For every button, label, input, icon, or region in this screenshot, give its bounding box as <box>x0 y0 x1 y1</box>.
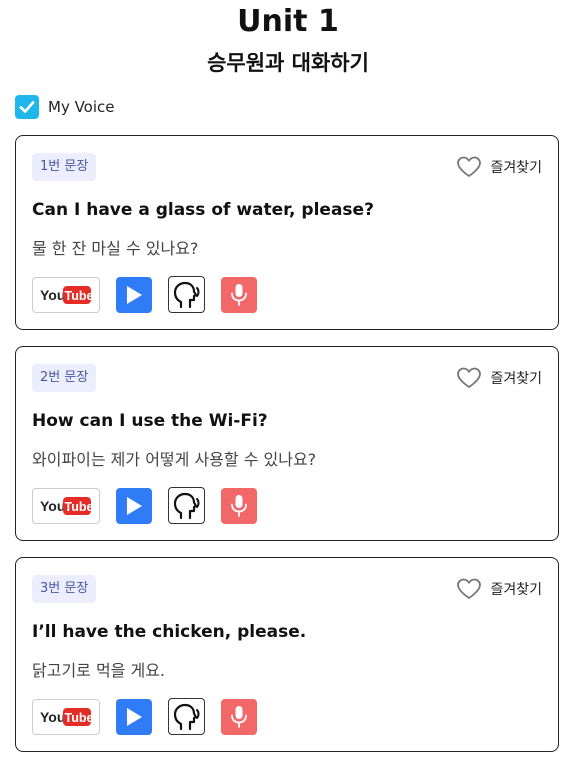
favorite-label: 즐겨찾기 <box>490 160 542 176</box>
my-voice-toggle[interactable]: My Voice <box>15 95 115 119</box>
favorite-button[interactable]: 즐겨찾기 <box>456 367 542 389</box>
sentence-badge: 3번 문장 <box>32 575 97 603</box>
play-button[interactable] <box>116 698 152 735</box>
page-title: Unit 1 <box>237 4 339 39</box>
sentence-card-3: 3번 문장 즐겨찾기 I’ll have the chicken, please… <box>15 557 559 752</box>
sentence-card-1: 1번 문장 즐겨찾기 Can I have a glass of water, … <box>15 135 559 330</box>
favorite-button[interactable]: 즐겨찾기 <box>456 156 542 178</box>
svg-text:You: You <box>40 287 65 303</box>
youtube-logo: You Tube <box>40 285 93 304</box>
sentence-badge: 2번 문장 <box>32 364 97 392</box>
mic-icon <box>231 494 247 517</box>
sentence-card-2: 2번 문장 즐겨찾기 How can I use the Wi-Fi? 와이파이… <box>15 346 559 541</box>
svg-text:You: You <box>40 709 65 725</box>
play-icon <box>127 496 142 515</box>
english-sentence: How can I use the Wi-Fi? <box>32 411 268 431</box>
record-button[interactable] <box>221 276 257 313</box>
header: Unit 1 승무원과 대화하기 <box>0 0 576 78</box>
play-button[interactable] <box>116 276 152 313</box>
speak-button[interactable] <box>168 276 205 313</box>
heart-icon <box>457 578 482 599</box>
my-voice-label: My Voice <box>48 98 115 116</box>
english-sentence: Can I have a glass of water, please? <box>32 200 374 220</box>
speaking-head-icon <box>173 492 199 519</box>
play-icon <box>127 707 142 726</box>
speak-button[interactable] <box>168 698 205 735</box>
korean-sentence: 물 한 잔 마실 수 있나요? <box>32 239 199 258</box>
youtube-button[interactable]: You Tube <box>32 487 100 524</box>
check-icon <box>19 101 35 113</box>
youtube-logo: You Tube <box>40 496 93 515</box>
favorite-button[interactable]: 즐겨찾기 <box>456 578 542 600</box>
favorite-label: 즐겨찾기 <box>490 371 542 387</box>
speaking-head-icon <box>173 703 199 730</box>
record-button[interactable] <box>221 698 257 735</box>
korean-sentence: 닭고기로 먹을 게요. <box>32 661 166 680</box>
play-button[interactable] <box>116 487 152 524</box>
korean-sentence: 와이파이는 제가 어떻게 사용할 수 있나요? <box>32 450 317 469</box>
youtube-button[interactable]: You Tube <box>32 276 100 313</box>
mic-icon <box>231 705 247 728</box>
svg-text:Tube: Tube <box>65 500 93 514</box>
page-subtitle: 승무원과 대화하기 <box>207 51 369 75</box>
speaking-head-icon <box>173 281 199 308</box>
svg-text:You: You <box>40 498 65 514</box>
favorite-label: 즐겨찾기 <box>490 582 542 598</box>
youtube-logo: You Tube <box>40 707 93 726</box>
heart-icon <box>457 367 482 388</box>
action-bar: You Tube <box>32 698 257 735</box>
play-icon <box>127 285 142 304</box>
action-bar: You Tube <box>32 276 257 313</box>
action-bar: You Tube <box>32 487 257 524</box>
svg-text:Tube: Tube <box>65 289 93 303</box>
sentence-badge: 1번 문장 <box>32 153 97 181</box>
record-button[interactable] <box>221 487 257 524</box>
mic-icon <box>231 283 247 306</box>
my-voice-checkbox[interactable] <box>15 95 39 119</box>
svg-text:Tube: Tube <box>65 711 93 725</box>
speak-button[interactable] <box>168 487 205 524</box>
heart-icon <box>457 156 482 177</box>
english-sentence: I’ll have the chicken, please. <box>32 622 307 642</box>
youtube-button[interactable]: You Tube <box>32 698 100 735</box>
